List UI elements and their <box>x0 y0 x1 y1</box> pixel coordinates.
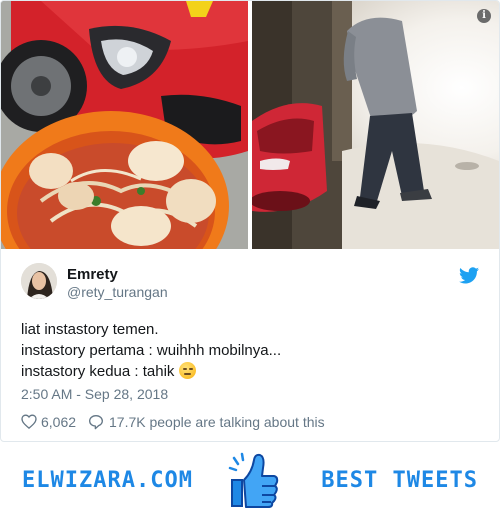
photo-person-car-drawing <box>252 1 499 249</box>
tweet-timestamp[interactable]: 2:50 AM - Sep 28, 2018 <box>21 386 168 402</box>
display-name[interactable]: Emrety <box>67 266 118 283</box>
tweet-line-with-emoji: instastory kedua : tahik <box>21 361 481 382</box>
avatar-portrait <box>21 263 57 299</box>
tweet-line: liat instastory temen. <box>21 321 159 338</box>
talking-count: 17.7K people are talking about this <box>109 414 325 430</box>
heart-icon[interactable] <box>21 414 37 429</box>
tweet-text: liat instastory temen. instastory pertam… <box>21 319 481 382</box>
tweet-line: instastory kedua : tahik <box>21 363 175 380</box>
footer-brand-right: BEST TWEETS <box>321 468 478 493</box>
thumbs-up-icon <box>228 452 279 508</box>
photo-person-car[interactable] <box>252 1 499 249</box>
tweet-media[interactable]: i <box>1 1 499 249</box>
tweet-line: instastory pertama : wuihhh mobilnya... <box>21 342 282 359</box>
user-handle[interactable]: @rety_turangan <box>67 284 168 300</box>
photo-car-noodles[interactable] <box>1 1 248 249</box>
photo-car-noodles-drawing <box>1 1 248 249</box>
avatar[interactable] <box>21 263 57 299</box>
like-stat[interactable]: 6,062 <box>21 412 81 432</box>
tweet-card: i Emrety @rety_turangan liat instastory … <box>0 0 500 442</box>
tweet-author: Emrety @rety_turangan <box>21 263 479 303</box>
info-icon[interactable]: i <box>477 9 491 23</box>
conversation-stat[interactable]: 17.7K people are talking about this <box>88 412 408 432</box>
twitter-bird-icon[interactable] <box>459 267 479 284</box>
footer-brand-left: ELWIZARA.COM <box>22 468 193 493</box>
expressionless-face-emoji-icon <box>179 362 197 379</box>
speech-bubble-icon[interactable] <box>88 414 104 430</box>
like-count: 6,062 <box>41 414 77 430</box>
branding-footer: ELWIZARA.COM BEST TWEETS <box>0 446 500 516</box>
